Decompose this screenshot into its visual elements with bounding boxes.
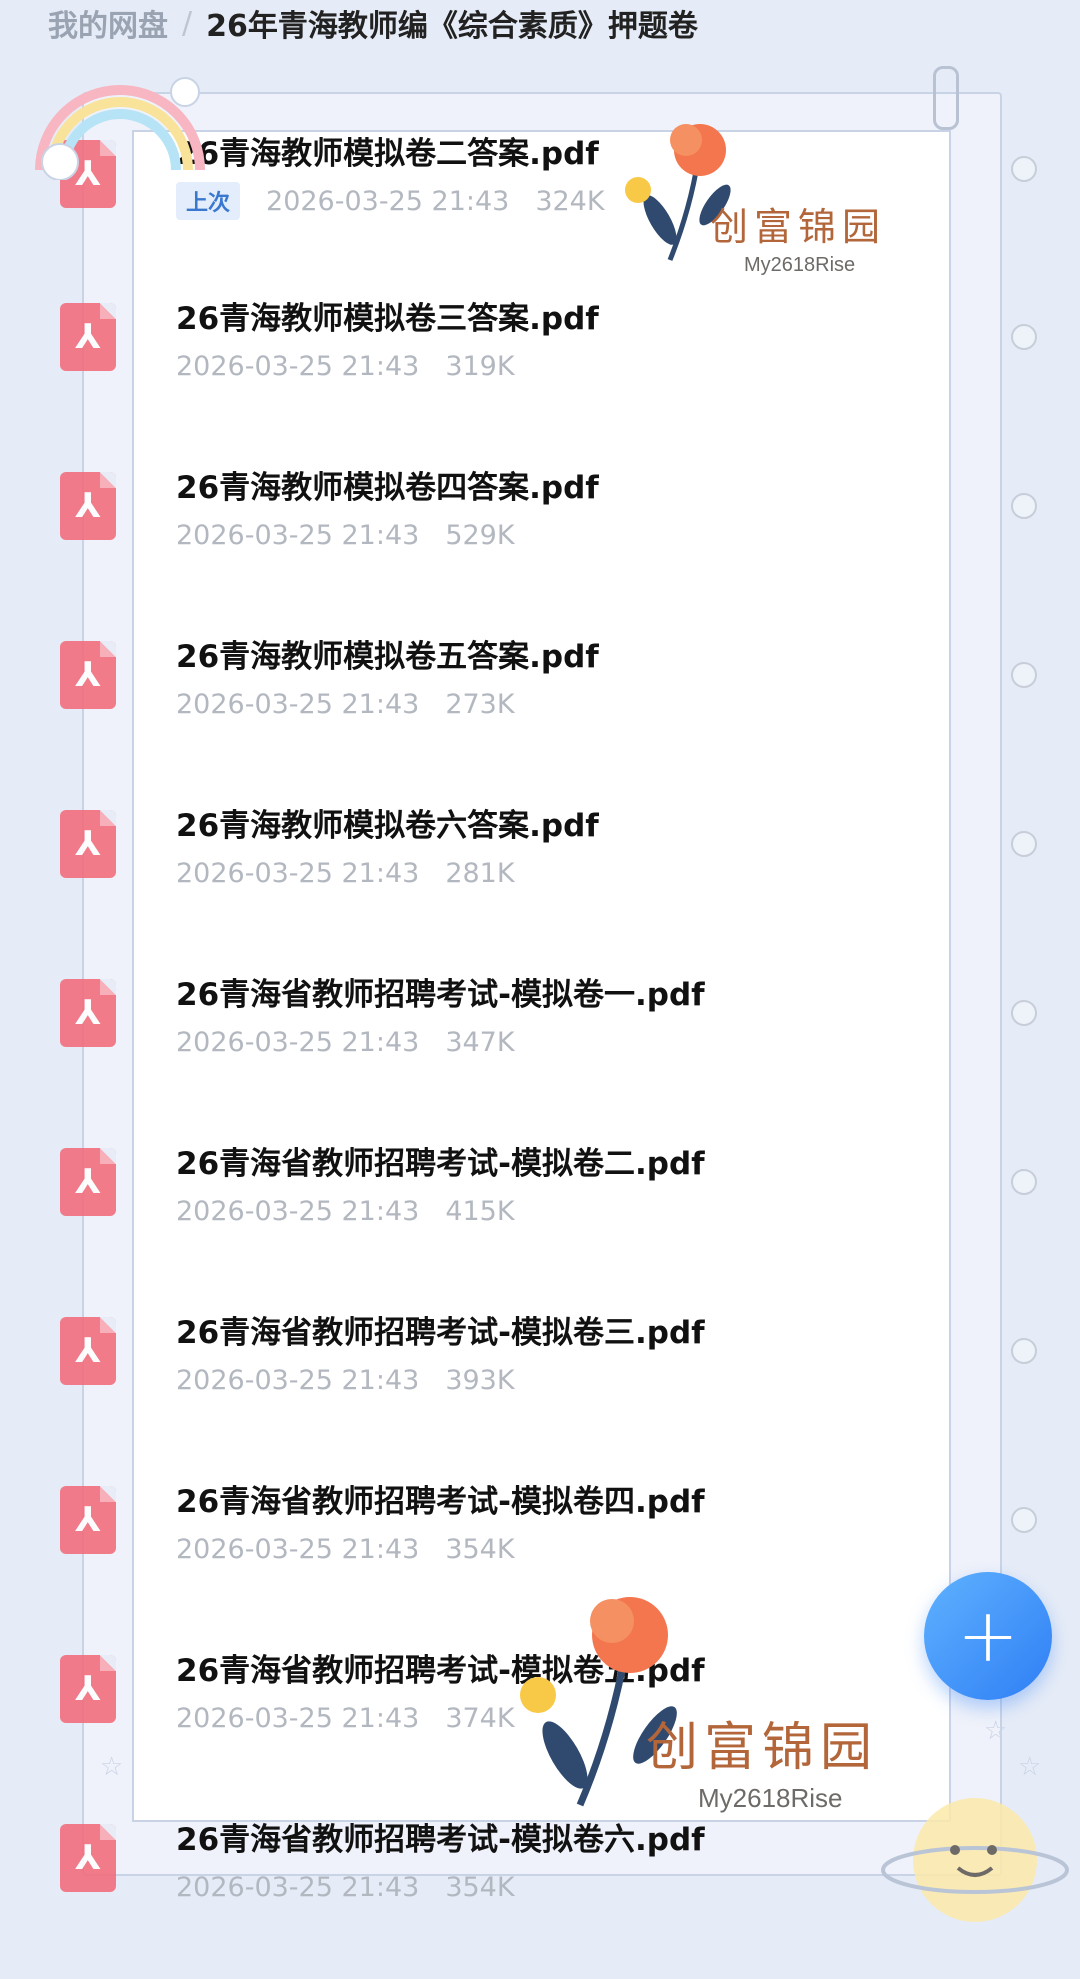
breadcrumb-root-link[interactable]: 我的网盘 [48, 1, 168, 45]
file-size: 354K [445, 1534, 515, 1565]
star-icon: ☆ [100, 1752, 124, 1782]
add-button[interactable]: + [924, 1572, 1052, 1700]
file-size: 393K [445, 1365, 515, 1396]
select-checkbox[interactable] [1011, 1000, 1037, 1026]
file-date: 2026-03-25 21:43 [176, 858, 420, 889]
rainbow-cloud-icon [35, 77, 205, 180]
file-size: 281K [445, 858, 515, 889]
pdf-file-icon: ⅄ [60, 1824, 116, 1892]
file-meta: 2026-03-25 21:43 354K [176, 1872, 515, 1903]
select-checkbox[interactable] [1011, 324, 1037, 350]
pdf-file-icon: ⅄ [60, 472, 116, 540]
star-icon: ☆ [984, 1716, 1008, 1746]
pdf-file-icon: ⅄ [60, 1655, 116, 1723]
file-name: 26青海省教师招聘考试-模拟卷六.pdf [176, 1822, 705, 1858]
file-meta: 2026-03-25 21:43 415K [176, 1196, 515, 1227]
select-checkbox[interactable] [1011, 662, 1037, 688]
select-checkbox[interactable] [1011, 1338, 1037, 1364]
file-name: 26青海教师模拟卷二答案.pdf [176, 136, 599, 172]
file-date: 2026-03-25 21:43 [176, 1365, 420, 1396]
file-date: 2026-03-25 21:43 [176, 1027, 420, 1058]
pdf-file-icon: ⅄ [60, 1317, 116, 1385]
pdf-file-icon: ⅄ [60, 1148, 116, 1216]
file-meta: 2026-03-25 21:43 393K [176, 1365, 515, 1396]
file-meta: 上次 2026-03-25 21:43 324K [176, 182, 605, 220]
star-icon: ☆ [1018, 1752, 1042, 1782]
file-date: 2026-03-25 21:43 [176, 1872, 420, 1903]
planet-smile-icon [881, 1798, 1069, 1922]
file-size: 347K [445, 1027, 515, 1058]
sticker-title: 创富锦园 [710, 205, 887, 249]
file-row[interactable]: ⅄ 26青海省教师招聘考试-模拟卷三.pdf 2026-03-25 21:43 … [0, 1303, 1080, 1472]
file-row[interactable]: ⅄ 26青海教师模拟卷六答案.pdf 2026-03-25 21:43 281K [0, 796, 1080, 965]
file-meta: 2026-03-25 21:43 347K [176, 1027, 515, 1058]
file-date: 2026-03-25 21:43 [176, 1196, 420, 1227]
file-name: 26青海教师模拟卷四答案.pdf [176, 470, 599, 506]
plus-icon: + [956, 1593, 1019, 1679]
file-meta: 2026-03-25 21:43 319K [176, 351, 515, 382]
pdf-file-icon: ⅄ [60, 810, 116, 878]
file-date: 2026-03-25 21:43 [176, 689, 420, 720]
file-row[interactable]: ⅄ 26青海教师模拟卷五答案.pdf 2026-03-25 21:43 273K [0, 627, 1080, 796]
file-name: 26青海省教师招聘考试-模拟卷四.pdf [176, 1484, 705, 1520]
file-size: 415K [445, 1196, 515, 1227]
file-row[interactable]: ⅄ 26青海省教师招聘考试-模拟卷一.pdf 2026-03-25 21:43 … [0, 965, 1080, 1134]
file-date: 2026-03-25 21:43 [266, 185, 510, 217]
file-size: 273K [445, 689, 515, 720]
pdf-file-icon: ⅄ [60, 641, 116, 709]
file-name: 26青海省教师招聘考试-模拟卷二.pdf [176, 1146, 705, 1182]
breadcrumb: 我的网盘 / 26年青海教师编《综合素质》押题卷 [48, 0, 698, 46]
pdf-file-icon: ⅄ [60, 979, 116, 1047]
select-checkbox[interactable] [1011, 156, 1037, 182]
file-size: 374K [445, 1703, 515, 1734]
pdf-file-icon: ⅄ [60, 1486, 116, 1554]
file-name: 26青海省教师招聘考试-模拟卷一.pdf [176, 977, 705, 1013]
file-size: 354K [445, 1872, 515, 1903]
file-date: 2026-03-25 21:43 [176, 351, 420, 382]
file-date: 2026-03-25 21:43 [176, 520, 420, 551]
select-checkbox[interactable] [1011, 493, 1037, 519]
file-date: 2026-03-25 21:43 [176, 1534, 420, 1565]
sticker-title: 创富锦园 [646, 1718, 879, 1778]
select-checkbox[interactable] [1011, 1507, 1037, 1533]
file-meta: 2026-03-25 21:43 273K [176, 689, 515, 720]
file-row[interactable]: ⅄ 26青海教师模拟卷四答案.pdf 2026-03-25 21:43 529K [0, 458, 1080, 627]
file-name: 26青海省教师招聘考试-模拟卷三.pdf [176, 1315, 705, 1351]
file-size: 324K [535, 185, 605, 217]
file-name: 26青海教师模拟卷六答案.pdf [176, 808, 599, 844]
file-name: 26青海教师模拟卷三答案.pdf [176, 301, 599, 337]
file-row[interactable]: ⅄ 26青海教师模拟卷三答案.pdf 2026-03-25 21:43 319K [0, 289, 1080, 458]
file-meta: 2026-03-25 21:43 354K [176, 1534, 515, 1565]
file-date: 2026-03-25 21:43 [176, 1703, 420, 1734]
file-meta: 2026-03-25 21:43 281K [176, 858, 515, 889]
sticker-handle: My2618Rise [698, 1783, 843, 1813]
breadcrumb-current-folder: 26年青海教师编《综合素质》押题卷 [206, 9, 698, 44]
pdf-file-icon: ⅄ [60, 303, 116, 371]
select-checkbox[interactable] [1011, 1169, 1037, 1195]
flower-sticker-icon [625, 124, 731, 261]
file-size: 319K [445, 351, 515, 382]
breadcrumb-separator: / [182, 5, 193, 41]
file-size: 529K [445, 520, 515, 551]
file-row[interactable]: ⅄ 26青海省教师招聘考试-模拟卷二.pdf 2026-03-25 21:43 … [0, 1134, 1080, 1303]
file-meta: 2026-03-25 21:43 374K [176, 1703, 515, 1734]
select-checkbox[interactable] [1011, 831, 1037, 857]
file-name: 26青海教师模拟卷五答案.pdf [176, 639, 599, 675]
file-meta: 2026-03-25 21:43 529K [176, 520, 515, 551]
flower-sticker-icon [520, 1597, 677, 1807]
last-opened-badge: 上次 [176, 182, 241, 220]
sticker-handle: My2618Rise [744, 254, 856, 276]
